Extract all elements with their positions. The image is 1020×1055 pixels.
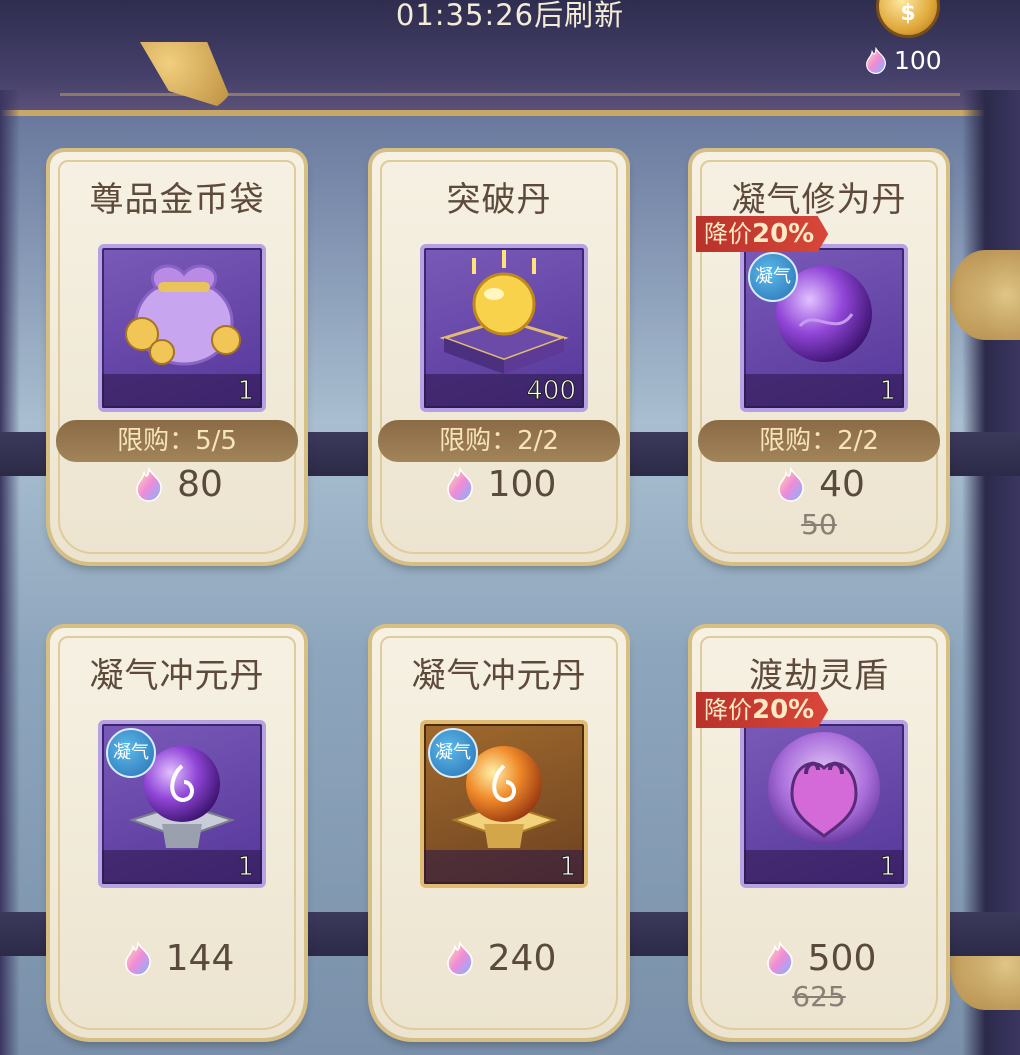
flame-gem-icon xyxy=(766,940,793,976)
golden-pill-on-box-icon xyxy=(439,250,569,374)
shop-item-card[interactable]: 凝气冲元丹 凝气 1 144 xyxy=(50,628,304,1038)
discount-percent: 20% xyxy=(752,219,815,249)
item-name: 凝气修为丹 xyxy=(731,180,907,220)
price-row[interactable]: 500 xyxy=(692,938,946,979)
shop-item-card[interactable]: 凝气冲元丹 凝气 1 240 xyxy=(372,628,626,1038)
flame-gem-icon xyxy=(124,940,151,976)
item-price: 80 xyxy=(177,464,223,505)
discount-label: 降价 xyxy=(704,696,752,724)
item-price: 100 xyxy=(487,464,557,505)
currency-panel: $ 100 xyxy=(862,0,948,88)
price-row[interactable]: 100 xyxy=(372,464,626,505)
shop-item-card[interactable]: 凝气修为丹 凝气 1 降价20% 限购：2/2 40 50 xyxy=(692,152,946,562)
ningqi-badge: 凝气 xyxy=(748,252,798,302)
spirit-shield-orb-icon xyxy=(768,732,880,844)
item-icon-frame[interactable]: 凝气 1 xyxy=(420,720,588,888)
item-name: 凝气冲元丹 xyxy=(411,656,587,696)
item-name: 突破丹 xyxy=(446,180,552,220)
gold-coin-bag-icon xyxy=(125,264,241,366)
item-price: 40 xyxy=(819,464,865,505)
discount-badge: 降价20% xyxy=(696,692,829,728)
item-price: 240 xyxy=(487,938,557,979)
price-row[interactable]: 40 xyxy=(692,464,946,505)
item-icon-frame[interactable]: 1 xyxy=(740,720,908,888)
item-quantity: 1 xyxy=(237,852,255,883)
item-icon-frame[interactable]: 1 xyxy=(98,244,266,412)
purchase-limit: 限购：2/2 xyxy=(698,420,940,462)
item-icon-frame[interactable]: 凝气 1 xyxy=(98,720,266,888)
price-row[interactable]: 144 xyxy=(50,938,304,979)
flame-gem-icon xyxy=(446,466,473,502)
item-quantity: 400 xyxy=(526,376,577,407)
price-row[interactable]: 240 xyxy=(372,938,626,979)
discount-percent: 20% xyxy=(752,695,815,725)
discount-badge: 降价20% xyxy=(696,216,829,252)
item-name: 渡劫灵盾 xyxy=(749,656,889,696)
item-name: 尊品金币袋 xyxy=(89,180,265,220)
price-row[interactable]: 80 xyxy=(50,464,304,505)
purchase-limit: 限购：2/2 xyxy=(378,420,620,462)
shop-item-card[interactable]: 尊品金币袋 1 限购：5/5 80 xyxy=(50,152,304,562)
ningqi-badge: 凝气 xyxy=(106,728,156,778)
flame-gem-icon xyxy=(446,940,473,976)
flame-gem-icon xyxy=(778,466,804,502)
purchase-limit: 限购：5/5 xyxy=(56,420,298,462)
flame-gem-icon xyxy=(136,466,162,502)
shop-item-card[interactable]: 渡劫灵盾 1 降价20% 500 625 xyxy=(692,628,946,1038)
original-price: 625 xyxy=(792,980,846,1013)
item-name: 凝气冲元丹 xyxy=(89,656,265,696)
item-quantity: 1 xyxy=(559,852,577,883)
currency-amount: 100 xyxy=(894,46,942,75)
item-icon-frame[interactable]: 400 xyxy=(420,244,588,412)
item-quantity: 1 xyxy=(237,376,255,407)
discount-label: 降价 xyxy=(704,220,752,248)
right-frame xyxy=(962,90,1020,1055)
shop-item-card[interactable]: 突破丹 400 限购：2/2 100 xyxy=(372,152,626,562)
ningqi-badge: 凝气 xyxy=(428,728,478,778)
left-frame xyxy=(0,90,20,1055)
fan-ornament xyxy=(950,250,1020,340)
item-price: 500 xyxy=(807,938,877,979)
item-quantity: 1 xyxy=(879,852,897,883)
recharge-button[interactable]: $ xyxy=(876,0,940,38)
item-quantity: 1 xyxy=(879,376,897,407)
item-icon-frame[interactable]: 凝气 1 xyxy=(740,244,908,412)
original-price: 50 xyxy=(801,508,837,541)
flame-gem-icon xyxy=(866,46,886,74)
item-price: 144 xyxy=(165,938,235,979)
